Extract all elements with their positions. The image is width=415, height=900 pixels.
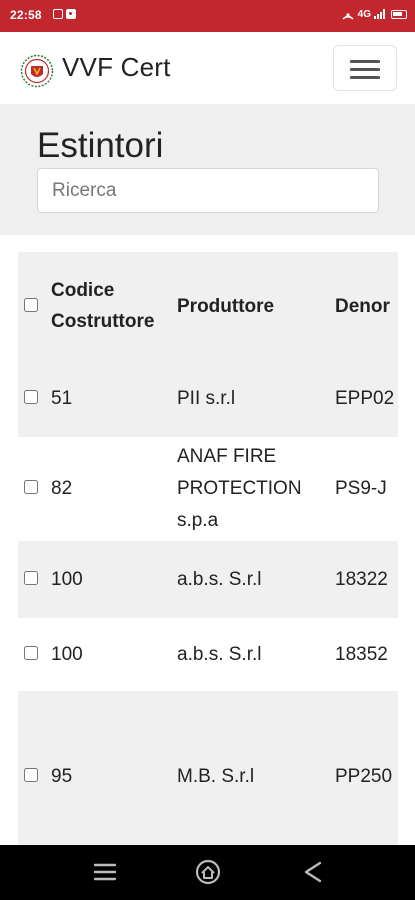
search-input[interactable] bbox=[37, 168, 379, 213]
header-produttore[interactable]: Produttore bbox=[177, 252, 335, 360]
status-right-icons: 4G bbox=[341, 8, 407, 20]
select-all-checkbox[interactable] bbox=[24, 297, 38, 312]
notification-icon bbox=[66, 9, 76, 19]
cell-denominazione: 18322 bbox=[335, 541, 398, 618]
brand-title[interactable]: VVF Cert bbox=[62, 52, 171, 83]
cell-produttore: a.b.s. S.r.l bbox=[177, 541, 335, 618]
signal-icon bbox=[374, 9, 388, 19]
cell-produttore: ANAF FIRE PROTECTION s.p.a bbox=[177, 437, 335, 541]
hamburger-icon bbox=[350, 60, 380, 63]
navbar: VVF Cert bbox=[0, 32, 415, 104]
status-bar: 22:58 4G bbox=[0, 0, 415, 32]
page-title: Estintori bbox=[37, 126, 164, 165]
navbar-toggle-button[interactable] bbox=[333, 45, 397, 91]
status-left-icons bbox=[53, 9, 76, 19]
table-row[interactable]: 95 M.B. S.r.l PP250 bbox=[18, 691, 398, 852]
table-row[interactable]: 51 PII s.r.l EPP02 bbox=[18, 360, 398, 437]
table-row[interactable]: 100 a.b.s. S.r.l 18352 bbox=[18, 618, 398, 691]
home-icon[interactable] bbox=[193, 857, 223, 887]
row-checkbox[interactable] bbox=[24, 389, 38, 404]
cell-produttore: a.b.s. S.r.l bbox=[177, 618, 335, 691]
page-header: Estintori bbox=[0, 104, 415, 235]
header-codice-costruttore[interactable]: Codice Costruttore bbox=[51, 252, 177, 360]
cell-codice: 51 bbox=[51, 360, 177, 437]
cell-codice: 100 bbox=[51, 541, 177, 618]
row-checkbox[interactable] bbox=[24, 768, 38, 782]
table-header-row: Codice Costruttore Produttore Denor bbox=[18, 252, 398, 360]
cell-denominazione: EPP02 bbox=[335, 360, 398, 437]
row-checkbox[interactable] bbox=[24, 480, 38, 494]
row-checkbox[interactable] bbox=[24, 570, 38, 585]
back-icon[interactable] bbox=[298, 857, 328, 887]
estintori-table[interactable]: Codice Costruttore Produttore Denor 51 P… bbox=[18, 252, 398, 852]
cell-denominazione: PP250 bbox=[335, 691, 398, 852]
system-navigation-bar bbox=[0, 845, 415, 900]
gallery-icon bbox=[53, 9, 63, 19]
cell-produttore: M.B. S.r.l bbox=[177, 691, 335, 852]
select-all-cell bbox=[18, 252, 51, 360]
cell-denominazione: 18352 bbox=[335, 618, 398, 691]
status-time: 22:58 bbox=[10, 8, 42, 22]
table-row[interactable]: 100 a.b.s. S.r.l 18322 bbox=[18, 541, 398, 618]
cell-codice: 100 bbox=[51, 618, 177, 691]
header-denominazione[interactable]: Denor bbox=[335, 252, 398, 360]
battery-icon bbox=[391, 9, 407, 19]
cell-produttore: PII s.r.l bbox=[177, 360, 335, 437]
cell-codice: 95 bbox=[51, 691, 177, 852]
cell-codice: 82 bbox=[51, 437, 177, 541]
cell-denominazione: PS9-J bbox=[335, 437, 398, 541]
row-checkbox[interactable] bbox=[24, 645, 38, 660]
hotspot-icon bbox=[342, 13, 354, 20]
vvf-logo-icon[interactable] bbox=[20, 54, 54, 88]
menu-icon[interactable] bbox=[90, 857, 120, 887]
network-type: 4G bbox=[357, 8, 371, 20]
table-row[interactable]: 82 ANAF FIRE PROTECTION s.p.a PS9-J bbox=[18, 437, 398, 541]
